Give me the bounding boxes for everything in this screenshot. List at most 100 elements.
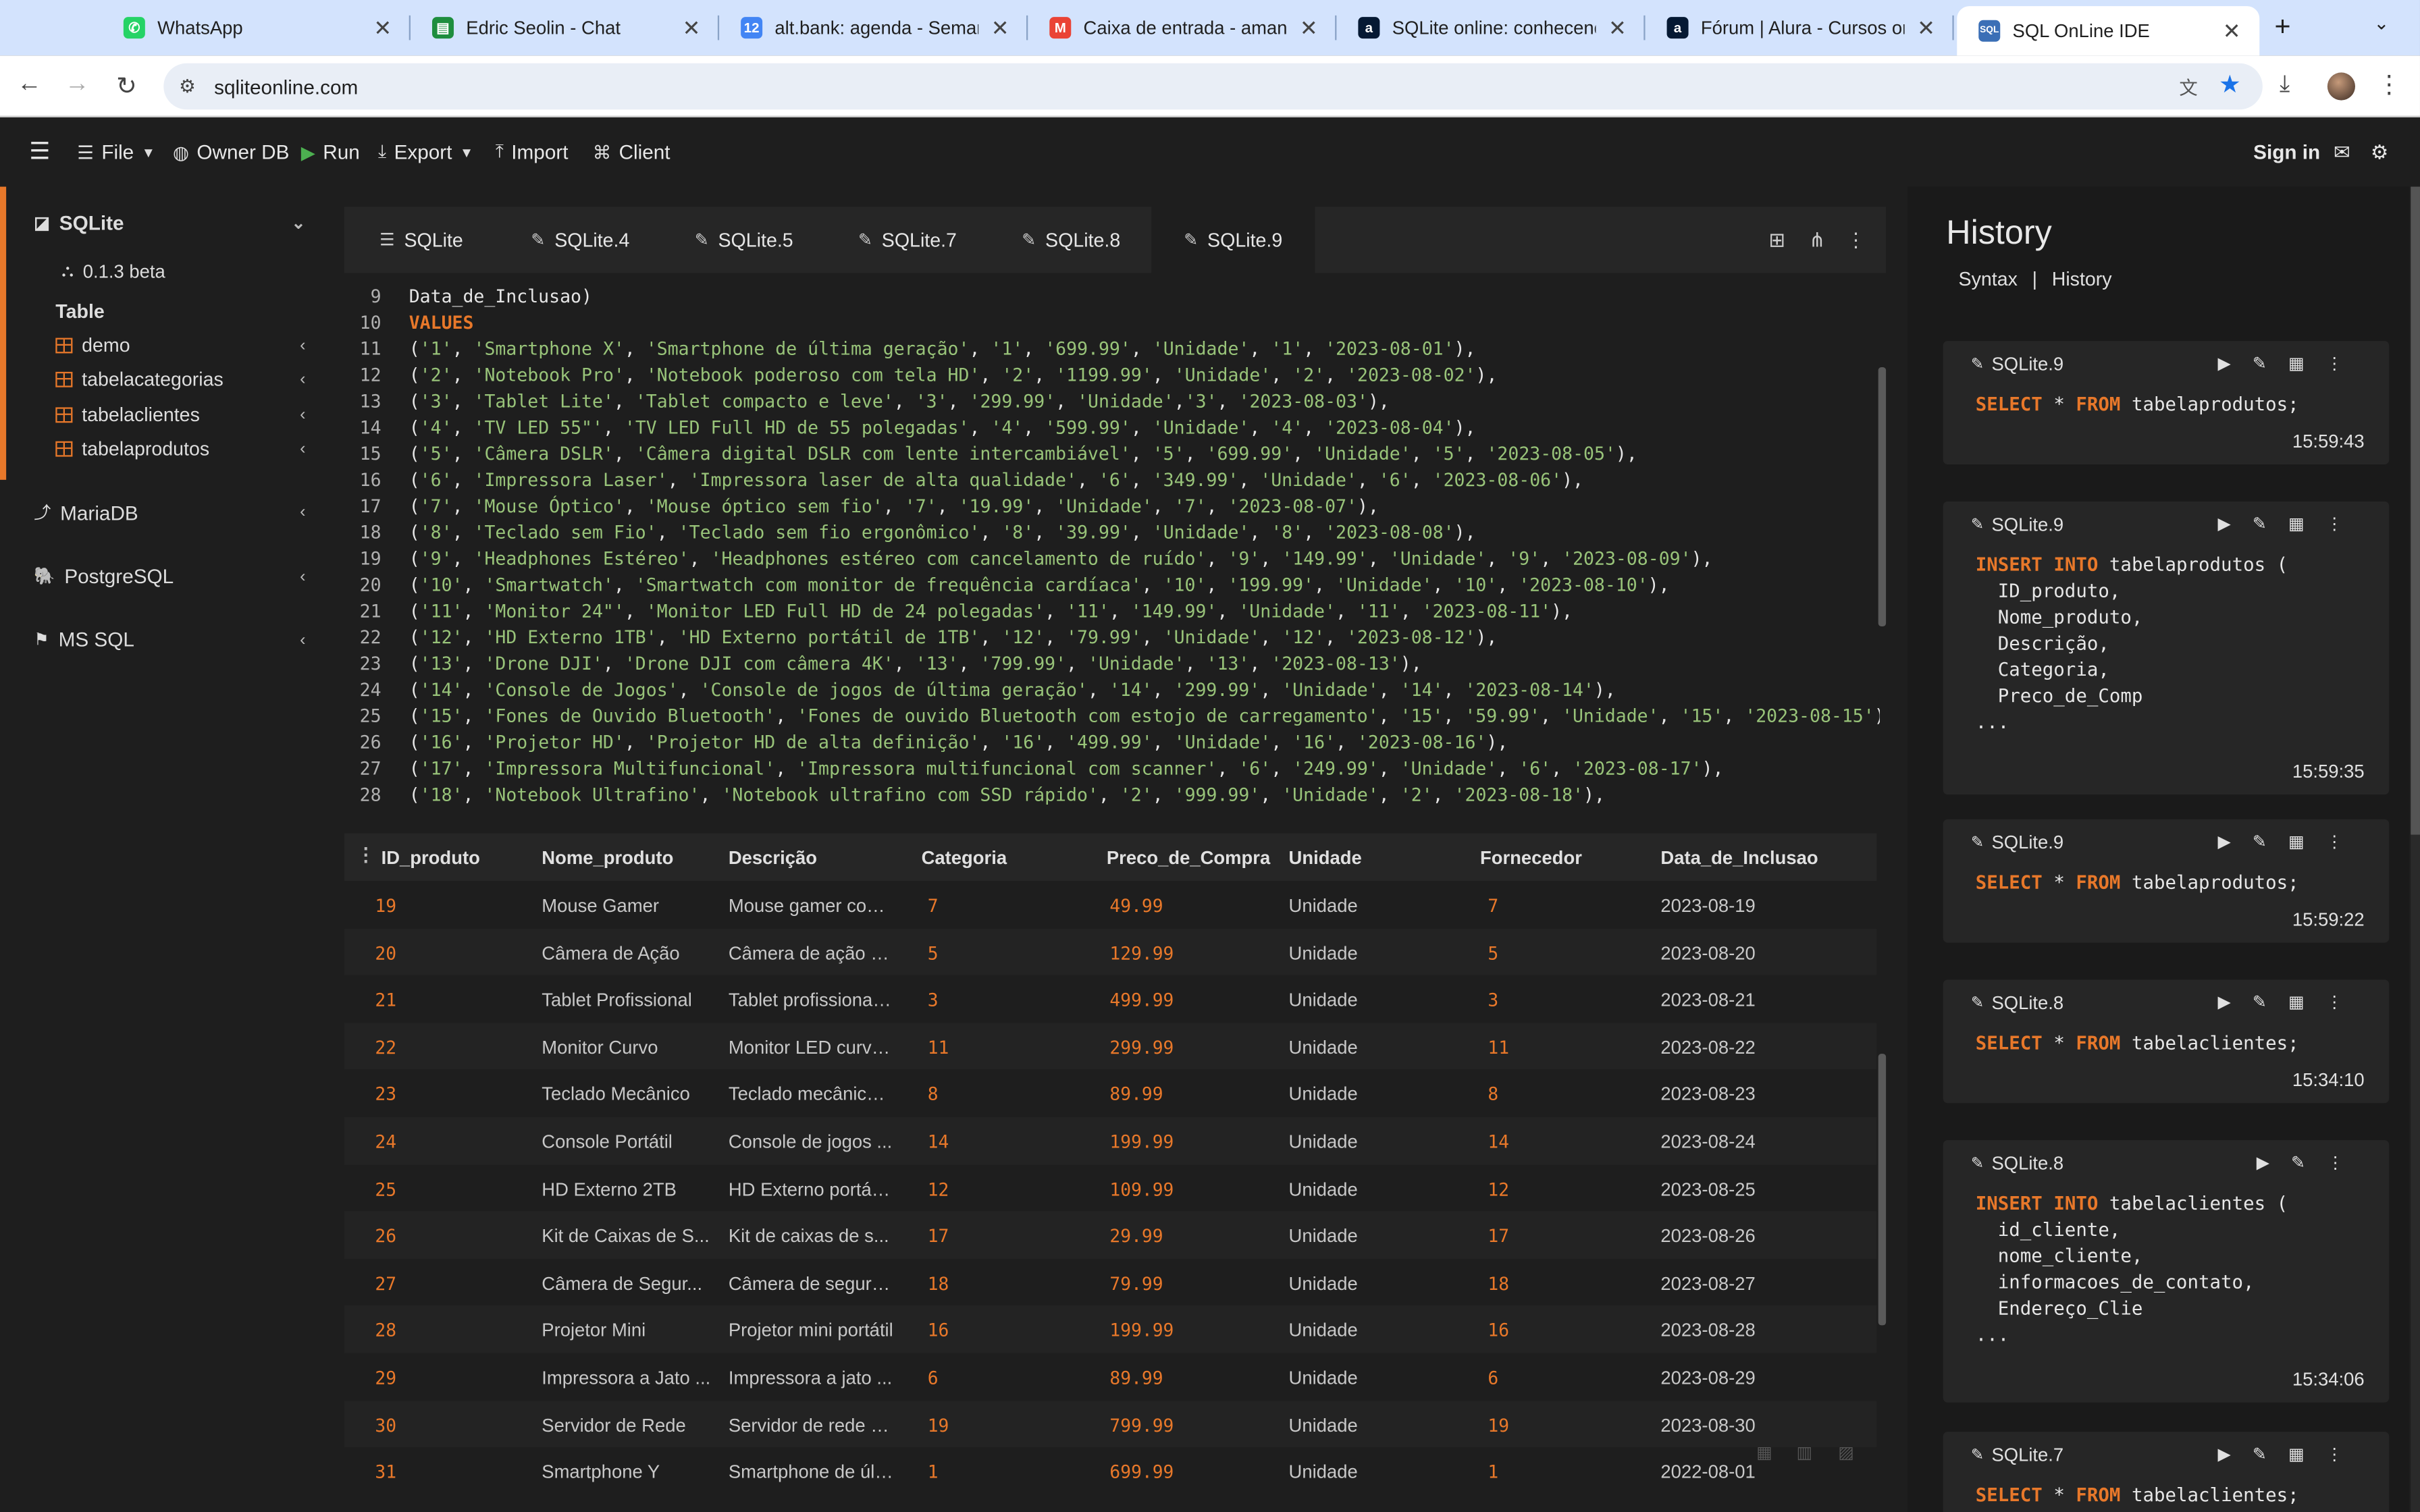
table-cell[interactable]: 11: [928, 1037, 949, 1058]
column-header[interactable]: Unidade: [1289, 847, 1362, 869]
table-cell[interactable]: 16: [1488, 1320, 1509, 1341]
grid-icon[interactable]: ▦: [2288, 832, 2305, 851]
table-row[interactable]: 21 Tablet Profissional Tablet profissional…: [344, 975, 1877, 1023]
editor-tab-sqlite-5[interactable]: ✎ SQLite.5: [662, 207, 826, 273]
more-icon[interactable]: ⋮: [2326, 832, 2343, 851]
avatar[interactable]: [2327, 72, 2355, 101]
table-cell[interactable]: Projetor Mini: [542, 1320, 646, 1341]
column-header[interactable]: Fornecedor: [1480, 847, 1582, 869]
table-cell[interactable]: Unidade: [1289, 1225, 1358, 1247]
sign-in-link[interactable]: Sign in: [2253, 140, 2320, 163]
table-cell[interactable]: 7: [1488, 895, 1498, 917]
client-button[interactable]: ⌘ Client: [593, 140, 670, 163]
table-row[interactable]: 31 Smartphone Y Smartphone de últ... 1 699.9…: [344, 1447, 1877, 1488]
edit-icon[interactable]: ✎: [2291, 1152, 2305, 1172]
more-icon[interactable]: ⋮: [1846, 228, 1866, 253]
more-icon[interactable]: ⋮: [2326, 992, 2343, 1012]
table-cell[interactable]: 12: [1488, 1178, 1509, 1199]
table-cell[interactable]: 7: [928, 895, 939, 917]
download-icon[interactable]: ⤓: [2280, 71, 2290, 97]
table-cell[interactable]: Unidade: [1289, 942, 1358, 964]
table-cell[interactable]: 3: [1488, 990, 1498, 1011]
table-cell[interactable]: 18: [928, 1272, 949, 1294]
table-cell[interactable]: 49.99: [1109, 895, 1163, 917]
table-cell[interactable]: Mouse gamer com...: [729, 895, 895, 917]
table-cell[interactable]: 17: [928, 1225, 949, 1247]
grid-scrollbar[interactable]: [1878, 1054, 1887, 1326]
table-cell[interactable]: Smartphone de últ...: [729, 1461, 895, 1483]
settings-gear-icon[interactable]: ⚙: [2371, 140, 2389, 165]
table-cell[interactable]: 2023-08-22: [1660, 1037, 1755, 1058]
browser-tab[interactable]: 12 alt.bank: agenda - Semana ✕: [719, 0, 1028, 55]
table-cell[interactable]: 2023-08-25: [1660, 1178, 1755, 1199]
table-cell[interactable]: Unidade: [1289, 1131, 1358, 1152]
table-cell[interactable]: 25: [375, 1178, 396, 1199]
edit-icon[interactable]: ✎: [2253, 514, 2267, 533]
edit-icon[interactable]: ✎: [2253, 992, 2267, 1012]
table-cell[interactable]: 5: [928, 942, 939, 964]
table-cell[interactable]: Projetor mini portátil: [729, 1320, 893, 1341]
table-cell[interactable]: Unidade: [1289, 1037, 1358, 1058]
edit-icon[interactable]: ✎: [2253, 832, 2267, 851]
table-cell[interactable]: Console Portátil: [542, 1131, 673, 1152]
table-cell[interactable]: 5: [1488, 942, 1498, 964]
table-cell[interactable]: 19: [375, 895, 396, 917]
column-header[interactable]: Categoria: [922, 847, 1007, 869]
table-cell[interactable]: 8: [928, 1083, 939, 1105]
table-row[interactable]: 22 Monitor Curvo Monitor LED curvo... 11 299…: [344, 1022, 1877, 1070]
close-icon[interactable]: ✕: [1914, 15, 1939, 41]
code-editor[interactable]: 9 Data_de_Inclusao) 10 VALUES 11 ('1', 'Smart…: [344, 284, 1880, 817]
run-icon[interactable]: ▶: [2257, 1152, 2269, 1172]
table-cell[interactable]: 14: [1488, 1131, 1509, 1152]
table-cell[interactable]: 21: [375, 990, 396, 1011]
run-icon[interactable]: ▶: [2218, 1444, 2231, 1464]
table-row[interactable]: 25 HD Externo 2TB HD Externo portáti... 12 1…: [344, 1164, 1877, 1212]
table-cell[interactable]: Unidade: [1289, 1178, 1358, 1199]
grid-icon[interactable]: ▦: [2288, 992, 2305, 1012]
table-cell[interactable]: 2023-08-28: [1660, 1320, 1755, 1341]
table-cell[interactable]: 2023-08-30: [1660, 1414, 1755, 1436]
back-icon[interactable]: ←: [14, 71, 45, 99]
share-icon[interactable]: ⋔: [1809, 228, 1826, 253]
table-view-icon[interactable]: ▦: [1756, 1442, 1772, 1462]
history-entry[interactable]: ✎ SQLite.8 ▶ ✎ ▦ ⋮ SELECT * FROM tabelacliente…: [1943, 979, 2390, 1104]
table-cell[interactable]: 29.99: [1109, 1225, 1163, 1247]
column-menu-icon[interactable]: ⋮: [357, 844, 375, 865]
grid-icon[interactable]: ▦: [2288, 353, 2305, 373]
browser-tab[interactable]: a SQLite online: conhecendo ✕: [1336, 0, 1646, 55]
table-cell[interactable]: 499.99: [1109, 990, 1174, 1011]
export-menu[interactable]: ⤓ Export ▼: [378, 140, 473, 163]
editor-tab-sqlite-4[interactable]: ✎ SQLite.4: [498, 207, 662, 273]
url-text[interactable]: sqliteonline.com: [214, 75, 358, 98]
close-icon[interactable]: ✕: [1296, 15, 1321, 41]
editor-scrollbar[interactable]: [1878, 367, 1887, 626]
table-cell[interactable]: 799.99: [1109, 1414, 1174, 1436]
table-cell[interactable]: 20: [375, 942, 396, 964]
close-icon[interactable]: ✕: [1605, 15, 1630, 41]
table-cell[interactable]: Unidade: [1289, 1320, 1358, 1341]
table-cell[interactable]: 79.99: [1109, 1272, 1163, 1294]
sidebar-item-sqlite[interactable]: ◪ SQLite ⌄: [34, 211, 324, 234]
table-cell[interactable]: 199.99: [1109, 1320, 1174, 1341]
table-cell[interactable]: Unidade: [1289, 1272, 1358, 1294]
editor-tab-sqlite[interactable]: ☰ SQLite: [344, 207, 499, 273]
sidebar-item-demo[interactable]: demo ‹: [55, 335, 324, 356]
table-row[interactable]: 28 Projetor Mini Projetor mini portátil 16 1…: [344, 1305, 1877, 1353]
table-cell[interactable]: HD Externo 2TB: [542, 1178, 677, 1199]
table-cell[interactable]: 2023-08-29: [1660, 1367, 1755, 1388]
table-row[interactable]: 30 Servidor de Rede Servidor de rede e... 1…: [344, 1400, 1877, 1448]
table-cell[interactable]: Impressora a Jato ...: [542, 1367, 710, 1388]
table-cell[interactable]: Câmera de ação à...: [729, 942, 895, 964]
run-icon[interactable]: ▶: [2218, 992, 2231, 1012]
run-icon[interactable]: ▶: [2218, 514, 2231, 533]
table-cell[interactable]: 28: [375, 1320, 396, 1341]
forward-icon[interactable]: →: [61, 71, 93, 99]
table-cell[interactable]: 16: [928, 1320, 949, 1341]
table-cell[interactable]: Tablet Profissional: [542, 990, 692, 1011]
table-cell[interactable]: 1: [1488, 1461, 1498, 1483]
table-cell[interactable]: 2023-08-20: [1660, 942, 1755, 964]
table-cell[interactable]: 2023-08-24: [1660, 1131, 1755, 1152]
editor-tab-sqlite-8[interactable]: ✎ SQLite.8: [989, 207, 1153, 273]
table-row[interactable]: 23 Teclado Mecânico Teclado mecânico ... 8 8…: [344, 1070, 1877, 1117]
table-cell[interactable]: 8: [1488, 1083, 1498, 1105]
